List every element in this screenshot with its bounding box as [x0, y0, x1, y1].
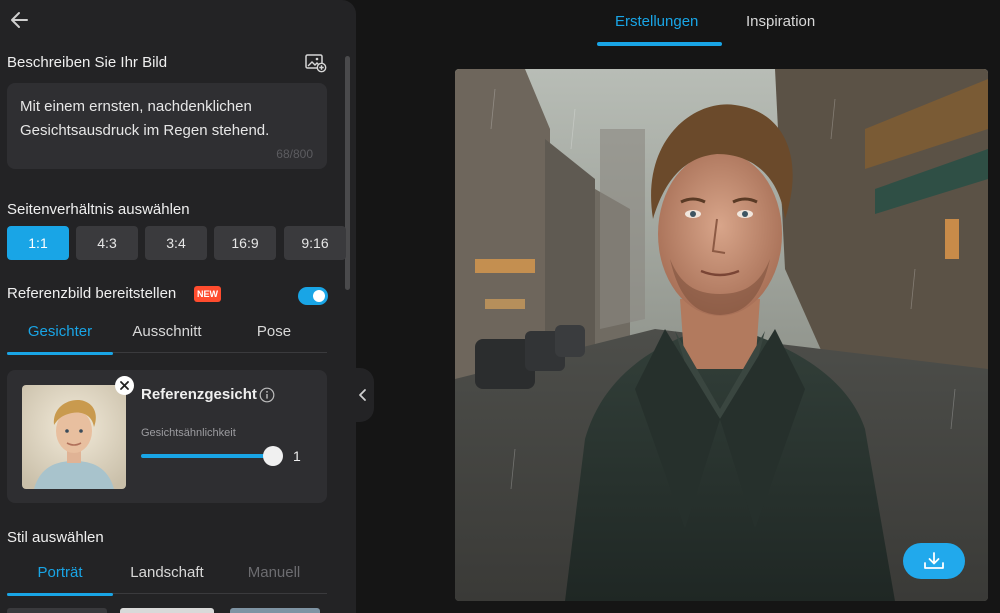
tab-faces-label: Gesichter — [27, 323, 93, 340]
face-similarity-thumb[interactable] — [263, 446, 283, 466]
tab-portrait-label: Porträt — [37, 564, 83, 581]
collapse-panel-button[interactable] — [352, 368, 374, 422]
download-button[interactable] — [903, 543, 965, 579]
ratio-option-16-9[interactable]: 16:9 — [214, 226, 276, 260]
style-thumbnail[interactable] — [7, 608, 107, 613]
face-similarity-slider[interactable] — [141, 454, 275, 458]
tab-faces[interactable]: Gesichter — [7, 321, 113, 355]
style-section-title: Stil auswählen — [7, 529, 104, 546]
prompt-textarea[interactable]: Mit einem ernsten, nachdenklichen Gesich… — [7, 83, 327, 169]
reference-section-title: Referenzbild bereitstellen — [7, 285, 177, 302]
back-button[interactable] — [8, 8, 32, 32]
chevron-left-icon — [359, 389, 366, 401]
ratio-options: 1:1 4:3 3:4 16:9 9:16 — [7, 226, 346, 260]
tab-landscape-label: Landschaft — [130, 564, 204, 581]
tab-crop[interactable]: Ausschnitt — [113, 321, 221, 353]
top-tabs: Erstellungen Inspiration — [560, 0, 860, 48]
reference-toggle[interactable] — [298, 287, 328, 305]
ratio-option-1-1[interactable]: 1:1 — [7, 226, 69, 260]
tab-crop-label: Ausschnitt — [132, 323, 202, 340]
new-badge: NEW — [194, 286, 221, 302]
tab-creations[interactable]: Erstellungen — [615, 13, 698, 30]
toggle-knob — [313, 290, 325, 302]
info-icon-glyph — [259, 387, 275, 403]
ratio-option-3-4[interactable]: 3:4 — [145, 226, 207, 260]
reference-face-image — [22, 385, 126, 489]
ratio-section-title: Seitenverhältnis auswählen — [7, 201, 190, 218]
app-root: Beschreiben Sie Ihr Bild Mit einem ernst… — [0, 0, 1000, 613]
ratio-option-4-3[interactable]: 4:3 — [76, 226, 138, 260]
top-tab-underline — [597, 42, 722, 46]
image-add-icon — [305, 54, 327, 73]
face-similarity-label: Gesichtsähnlichkeit — [141, 427, 236, 439]
arrow-left-icon — [11, 12, 28, 28]
tab-portrait[interactable]: Porträt — [7, 562, 113, 596]
tab-landscape[interactable]: Landschaft — [113, 562, 221, 594]
style-thumbnail[interactable] — [120, 608, 214, 613]
tab-pose-label: Pose — [256, 323, 292, 340]
style-tabs: Porträt Landschaft Manuell — [7, 562, 327, 596]
reference-face-title: Referenzgesicht — [141, 386, 257, 403]
settings-panel: Beschreiben Sie Ihr Bild Mit einem ernst… — [0, 0, 356, 613]
tab-portrait-underline — [7, 593, 113, 596]
reference-tabs: Gesichter Ausschnitt Pose — [7, 321, 327, 355]
tab-faces-underline — [7, 352, 113, 355]
generated-image[interactable] — [455, 69, 988, 601]
image-prompt-button[interactable] — [305, 53, 327, 73]
face-similarity-value: 1 — [293, 448, 301, 464]
tab-inspiration[interactable]: Inspiration — [746, 13, 815, 30]
tab-manual[interactable]: Manuell — [221, 562, 327, 594]
prompt-section-title: Beschreiben Sie Ihr Bild — [7, 54, 168, 71]
reference-face-card: Referenzgesicht Gesichtsähnlichkeit 1 — [7, 370, 327, 503]
style-thumbnail[interactable] — [230, 608, 320, 613]
prompt-char-count: 68/800 — [276, 147, 313, 161]
download-icon — [924, 552, 944, 569]
ratio-option-9-16[interactable]: 9:16 — [284, 226, 346, 260]
tab-pose[interactable]: Pose — [221, 321, 327, 353]
close-icon — [120, 381, 129, 390]
tab-manual-label: Manuell — [247, 564, 301, 581]
generated-image-graphic — [455, 69, 988, 601]
remove-reference-button[interactable] — [115, 376, 134, 395]
info-icon[interactable] — [259, 387, 275, 403]
reference-face-photo[interactable] — [22, 385, 126, 489]
prompt-text: Mit einem ernsten, nachdenklichen Gesich… — [20, 98, 270, 139]
